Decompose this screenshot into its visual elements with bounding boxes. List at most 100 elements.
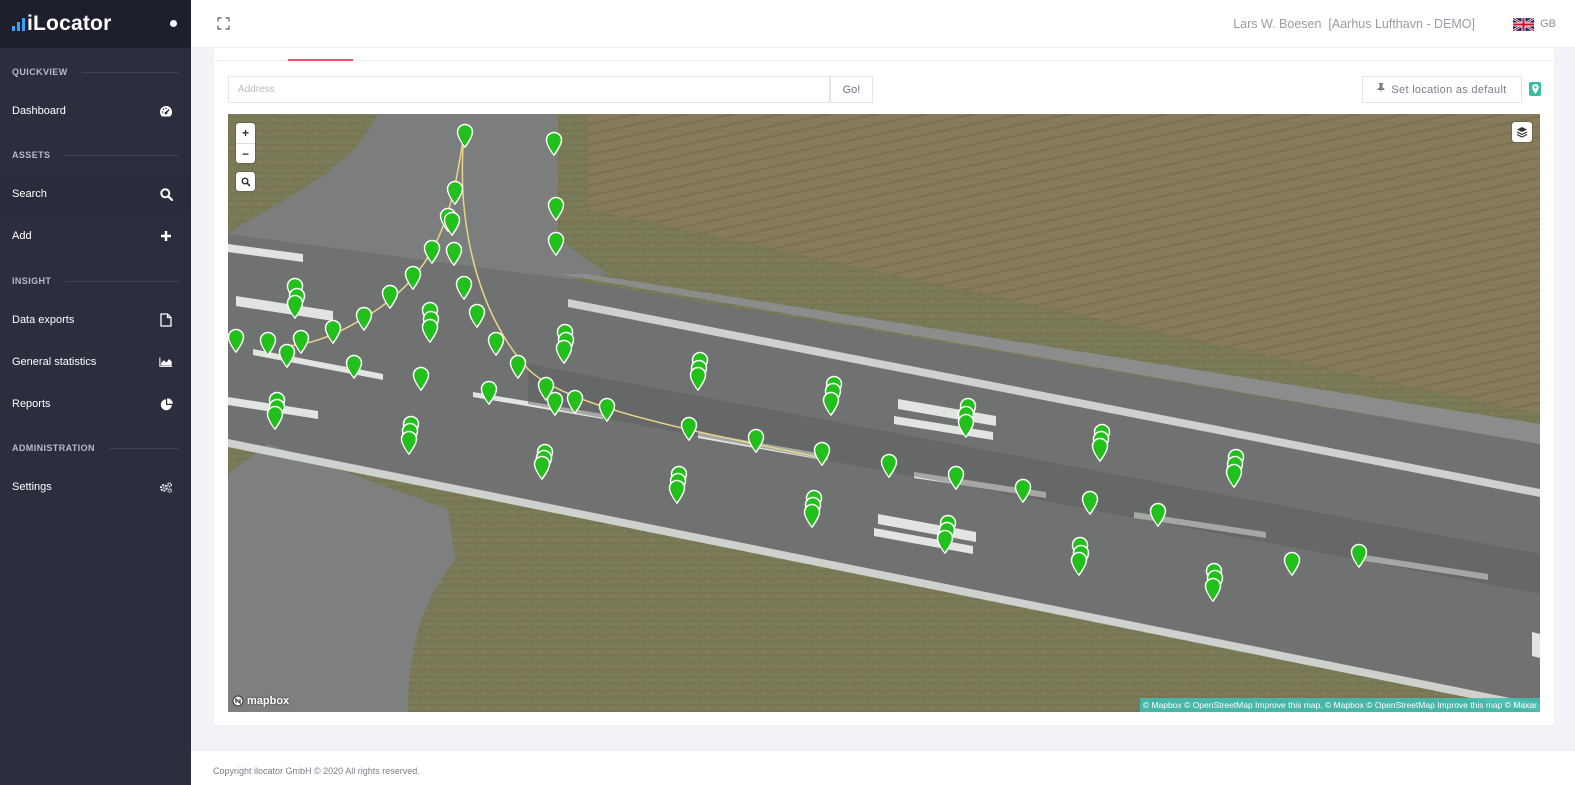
asset-marker-icon[interactable] xyxy=(598,397,616,423)
asset-marker-icon[interactable] xyxy=(404,265,422,291)
set-default-location-label: Set location as default xyxy=(1391,83,1507,96)
asset-marker-icon[interactable] xyxy=(1091,437,1109,463)
asset-marker-icon[interactable] xyxy=(957,413,975,439)
sidebar-item-settings[interactable]: Settings xyxy=(0,466,191,508)
asset-marker-icon[interactable] xyxy=(355,306,373,332)
search-icon xyxy=(159,187,173,201)
tab-divider xyxy=(214,60,1554,61)
go-button[interactable]: Go! xyxy=(830,76,873,103)
fullscreen-icon[interactable] xyxy=(217,17,230,30)
thumbtack-icon xyxy=(1377,83,1385,96)
asset-marker-icon[interactable] xyxy=(947,465,965,491)
asset-marker-icon[interactable] xyxy=(468,303,486,329)
map-search-icon[interactable] xyxy=(236,172,255,191)
asset-marker-icon[interactable] xyxy=(1149,502,1167,528)
asset-marker-icon[interactable] xyxy=(1081,490,1099,516)
section-assets: ASSETS xyxy=(0,148,191,162)
user-info[interactable]: Lars W. Boesen [Aarhus Lufthavn - DEMO] xyxy=(1233,17,1475,31)
asset-marker-icon[interactable] xyxy=(228,328,245,354)
sidebar-item-dashboard[interactable]: Dashboard xyxy=(0,90,191,132)
sidebar-item-general-statistics[interactable]: General statistics xyxy=(0,341,191,383)
sidebar-toggle-dot[interactable] xyxy=(170,20,177,27)
sidebar-item-label: Data exports xyxy=(12,314,75,326)
map-view[interactable]: + − mapbox © Mapbox © OpenStreetMap Impr… xyxy=(228,114,1540,712)
layers-icon[interactable] xyxy=(1512,122,1532,142)
asset-marker-icon[interactable] xyxy=(1350,543,1368,569)
asset-marker-icon[interactable] xyxy=(487,331,505,357)
asset-marker-icon[interactable] xyxy=(566,389,584,415)
asset-marker-icon[interactable] xyxy=(1070,551,1088,577)
uk-flag-icon[interactable] xyxy=(1512,17,1535,32)
sidebar-item-label: Settings xyxy=(12,481,52,493)
satellite-imagery xyxy=(228,114,1540,712)
asset-marker-icon[interactable] xyxy=(1225,463,1243,489)
section-insight: INSIGHT xyxy=(0,274,191,288)
file-icon xyxy=(159,313,173,327)
asset-marker-icon[interactable] xyxy=(443,211,461,237)
set-default-location-button[interactable]: Set location as default xyxy=(1362,76,1522,103)
sidebar-item-label: Dashboard xyxy=(12,105,66,117)
asset-marker-icon[interactable] xyxy=(936,529,954,555)
sidebar-item-add[interactable]: Add xyxy=(0,215,191,257)
mapbox-logo[interactable]: mapbox xyxy=(232,695,289,707)
asset-marker-icon[interactable] xyxy=(547,231,565,257)
asset-marker-icon[interactable] xyxy=(813,441,831,467)
asset-marker-icon[interactable] xyxy=(421,318,439,344)
top-header: Lars W. Boesen [Aarhus Lufthavn - DEMO] … xyxy=(191,0,1575,48)
asset-marker-icon[interactable] xyxy=(423,239,441,265)
address-input[interactable] xyxy=(228,76,830,103)
dashboard-gauge-icon xyxy=(159,104,173,118)
zoom-out-button[interactable]: − xyxy=(236,143,255,163)
asset-marker-icon[interactable] xyxy=(533,455,551,481)
sidebar-item-label: Add xyxy=(12,230,32,242)
asset-marker-icon[interactable] xyxy=(455,275,473,301)
asset-marker-icon[interactable] xyxy=(400,430,418,456)
asset-marker-icon[interactable] xyxy=(547,196,565,222)
asset-marker-icon[interactable] xyxy=(456,123,474,149)
language-selector[interactable]: GB xyxy=(1540,18,1556,30)
asset-marker-icon[interactable] xyxy=(345,354,363,380)
asset-marker-icon[interactable] xyxy=(259,331,277,357)
sidebar-item-reports[interactable]: Reports xyxy=(0,383,191,425)
asset-marker-icon[interactable] xyxy=(689,366,707,392)
zoom-in-button[interactable]: + xyxy=(236,123,255,143)
asset-marker-icon[interactable] xyxy=(446,180,464,206)
asset-marker-icon[interactable] xyxy=(537,376,555,402)
brand[interactable]: iLocator xyxy=(0,0,191,48)
asset-marker-icon[interactable] xyxy=(680,416,698,442)
asset-marker-icon[interactable] xyxy=(445,241,463,267)
asset-marker-icon[interactable] xyxy=(545,131,563,157)
asset-marker-icon[interactable] xyxy=(286,294,304,320)
asset-marker-icon[interactable] xyxy=(747,428,765,454)
gears-icon xyxy=(159,480,173,494)
asset-marker-icon[interactable] xyxy=(822,391,840,417)
asset-marker-icon[interactable] xyxy=(412,366,430,392)
asset-marker-icon[interactable] xyxy=(480,380,498,406)
asset-marker-icon[interactable] xyxy=(1204,577,1222,603)
sidebar-item-data-exports[interactable]: Data exports xyxy=(0,299,191,341)
map-attribution[interactable]: © Mapbox © OpenStreetMap Improve this ma… xyxy=(1139,698,1540,712)
sidebar-item-label: Search xyxy=(12,188,47,200)
asset-marker-icon[interactable] xyxy=(880,453,898,479)
asset-marker-icon[interactable] xyxy=(1014,478,1032,504)
mapbox-logo-icon xyxy=(232,695,244,707)
pie-chart-icon xyxy=(159,397,173,411)
asset-marker-icon[interactable] xyxy=(509,354,527,380)
user-name: Lars W. Boesen xyxy=(1233,17,1322,31)
asset-marker-icon[interactable] xyxy=(1283,551,1301,577)
sidebar-item-search[interactable]: Search xyxy=(0,173,191,215)
asset-marker-icon[interactable] xyxy=(381,284,399,310)
mapbox-logo-text: mapbox xyxy=(247,695,290,707)
sidebar-item-label: Reports xyxy=(12,398,51,410)
organization-name: [Aarhus Lufthavn - DEMO] xyxy=(1328,17,1475,31)
map-marker-icon[interactable] xyxy=(1529,82,1541,96)
zoom-control: + − xyxy=(236,123,255,163)
asset-marker-icon[interactable] xyxy=(555,339,573,365)
area-chart-icon xyxy=(159,355,173,369)
asset-marker-icon[interactable] xyxy=(278,343,296,369)
sidebar-item-label: General statistics xyxy=(12,356,97,368)
asset-marker-icon[interactable] xyxy=(324,319,342,345)
asset-marker-icon[interactable] xyxy=(266,405,284,431)
asset-marker-icon[interactable] xyxy=(668,479,686,505)
asset-marker-icon[interactable] xyxy=(803,503,821,529)
